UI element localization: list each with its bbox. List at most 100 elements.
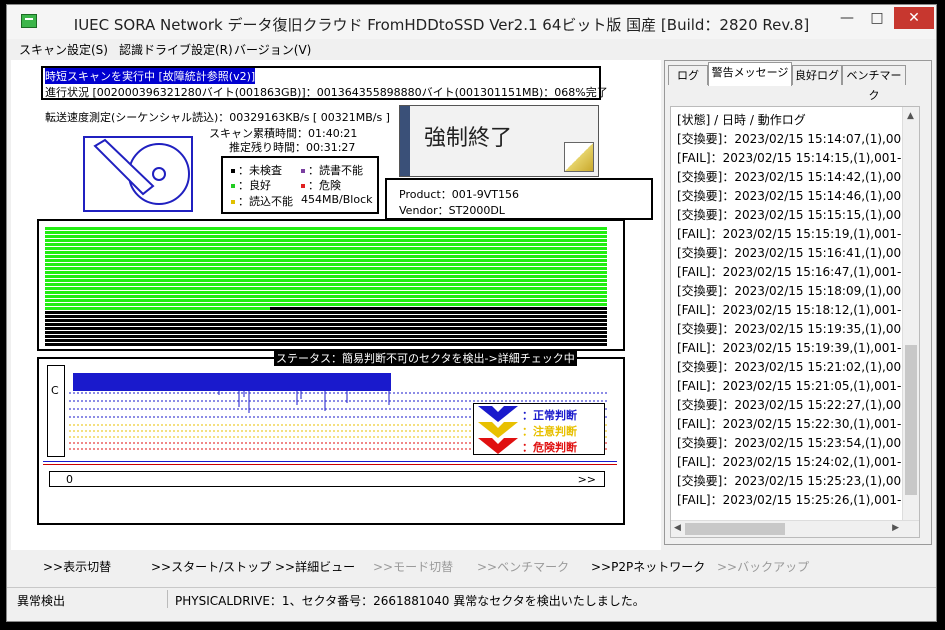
range-end: >>: [577, 473, 596, 486]
legend-read-write-error: ：読書不能: [301, 162, 363, 178]
legend-block-size: 454MB/Block: [301, 193, 373, 206]
sector-row: [45, 235, 607, 238]
legend-danger-label: ：危険: [308, 179, 341, 192]
sector-row: [45, 323, 607, 326]
sector-row: [45, 331, 607, 334]
log-scrollbar-vertical[interactable]: ▲ ▼: [902, 107, 919, 537]
force-stop-button[interactable]: 強制終了: [399, 105, 599, 177]
legend-read-error-label: ：読込不能: [238, 195, 293, 208]
sector-row: [45, 271, 607, 274]
title-bar: IUEC SORA Network データ復旧クラウド FromHDDtoSSD…: [7, 5, 936, 39]
scroll-left-icon[interactable]: ◀: [674, 523, 681, 533]
log-line: [交換要]：2023/02/15 15:22:27,(1),001: [677, 398, 909, 412]
hdd-icon: [83, 136, 193, 212]
force-stop-label: 強制終了: [424, 126, 513, 151]
tab-benchmark[interactable]: ベンチマーク: [842, 65, 906, 102]
benchmark-button[interactable]: >>ベンチマーク: [477, 558, 569, 575]
log-line: [FAIL]：2023/02/15 15:21:05,(1),001-: [677, 379, 902, 393]
drive-product: Product：001-9VT156: [399, 188, 519, 201]
p2p-network-button[interactable]: >>P2Pネットワーク: [591, 558, 705, 575]
drive-info-box: Product：001-9VT156 Vendor：ST2000DL: [385, 178, 653, 220]
log-line: [交換要]：2023/02/15 15:19:35,(1),001: [677, 322, 909, 336]
log-line: [FAIL]：2023/02/15 15:19:39,(1),001-: [677, 341, 902, 355]
legend-good: ：良好: [231, 177, 271, 193]
sector-row: [45, 343, 607, 346]
judge-caution: ：注意判断: [478, 422, 602, 438]
judge-normal: ：正常判断: [478, 406, 602, 422]
log-list[interactable]: [状態] / 日時 / 動作ログ [交換要]：2023/02/15 15:14:…: [670, 106, 920, 538]
log-line: [交換要]：2023/02/15 15:23:54,(1),001: [677, 436, 909, 450]
legend-read-error-swatch: [231, 200, 235, 204]
sector-row: [45, 263, 607, 266]
menu-version[interactable]: バージョン(V): [234, 41, 311, 58]
start-stop-button[interactable]: >>スタート/ストップ: [151, 558, 271, 575]
legend-rw-swatch: [301, 169, 305, 173]
legend-box: ：未検査 ：読書不能 ：良好 ：危険 ：読込不能 454MB/Block: [221, 156, 379, 214]
log-line: [交換要]：2023/02/15 15:18:09,(1),001: [677, 284, 909, 298]
status-message: PHYSICALDRIVE：1、セクタ番号：2661881040 異常なセクタを…: [175, 594, 645, 608]
sector-row: [45, 315, 607, 318]
sector-row: [45, 227, 607, 230]
menu-scan-settings[interactable]: スキャン設定(S): [19, 41, 108, 58]
sector-row: [45, 335, 607, 338]
status-bar: 異常検出 PHYSICALDRIVE：1、セクタ番号：2661881040 異常…: [7, 587, 936, 610]
log-line: [交換要]：2023/02/15 15:14:07,(1),001: [677, 132, 909, 146]
judge-caution-arrow-icon: [478, 422, 518, 438]
log-line: [交換要]：2023/02/15 15:15:15,(1),001: [677, 208, 909, 222]
log-hscroll-thumb[interactable]: [685, 523, 785, 535]
legend-good-swatch: [231, 184, 235, 188]
menu-drive-settings[interactable]: 認識ドライブ設定(R): [119, 41, 233, 58]
sector-row: [45, 251, 607, 254]
range-separator: [43, 461, 617, 465]
scroll-right-icon[interactable]: ▶: [892, 523, 899, 533]
sector-row: [45, 259, 607, 262]
app-window: IUEC SORA Network データ復旧クラウド FromHDDtoSSD…: [6, 4, 937, 622]
sector-row: [45, 239, 607, 242]
sector-row: [45, 255, 607, 258]
tab-warning[interactable]: 警告メッセージ: [708, 62, 792, 86]
judge-danger: ：危険判断: [478, 438, 602, 454]
menu-bar: スキャン設定(S) 認識ドライブ設定(R) バージョン(V): [7, 39, 936, 59]
log-line: [FAIL]：2023/02/15 15:16:47,(1),001-: [677, 265, 902, 279]
log-line: [交換要]：2023/02/15 15:16:41,(1),001: [677, 246, 909, 260]
backup-button[interactable]: >>バックアップ: [717, 558, 809, 575]
status-state: 異常検出: [17, 594, 66, 608]
tab-good-log[interactable]: 良好ログ: [792, 65, 842, 85]
detail-status: ステータス：簡易判断不可のセクタを検出->詳細チェック中: [274, 350, 577, 366]
log-line: [FAIL]：2023/02/15 15:24:02,(1),001-: [677, 455, 902, 469]
status-divider: [167, 590, 168, 608]
sector-row: [45, 303, 607, 306]
log-scroll-thumb[interactable]: [905, 345, 917, 495]
force-stop-corner-icon: [564, 142, 594, 172]
log-line: [FAIL]：2023/02/15 15:15:19,(1),001-: [677, 227, 902, 241]
range-bar[interactable]: 0 >>: [49, 471, 605, 487]
remaining-time-text: 推定残り時間：00:31:27: [229, 141, 356, 154]
tab-log[interactable]: ログ: [668, 65, 708, 85]
scroll-up-icon[interactable]: ▲: [907, 111, 914, 121]
close-button[interactable]: ✕: [894, 7, 934, 29]
minimize-button[interactable]: —: [833, 7, 861, 29]
transfer-speed-text: 転送速度測定(シーケンシャル読込)：00329163KB/s [ 00321MB…: [45, 111, 390, 124]
detail-view-button[interactable]: >>詳細ビュー: [275, 558, 355, 575]
log-scrollbar-horizontal[interactable]: ◀ ▶: [671, 520, 919, 537]
view-toggle-button[interactable]: >>表示切替: [43, 558, 111, 575]
sector-row: [45, 279, 607, 282]
legend-rw-label: ：読書不能: [308, 164, 363, 177]
window-title: IUEC SORA Network データ復旧クラウド FromHDDtoSSD…: [73, 16, 810, 34]
sector-row: [45, 311, 607, 314]
maximize-button[interactable]: □: [863, 7, 891, 29]
log-line: [FAIL]：2023/02/15 15:22:30,(1),001-: [677, 417, 902, 431]
channel-box: C: [47, 365, 65, 457]
mode-toggle-button[interactable]: >>モード切替: [373, 558, 453, 575]
sector-row: [45, 243, 607, 246]
legend-unchecked: ：未検査: [231, 162, 282, 178]
scan-progress-text: 進行状況 [002000396321280バイト(001863GB)]：0013…: [45, 86, 608, 99]
drive-vendor: Vendor：ST2000DL: [399, 204, 505, 217]
legend-unchecked-swatch: [231, 169, 235, 173]
log-line: [交換要]：2023/02/15 15:21:02,(1),001: [677, 360, 909, 374]
judge-normal-label: ：正常判断: [522, 409, 577, 422]
detail-view-box: C ：正常判断 ：注意判断 ：危険判断 0 >>: [37, 357, 625, 525]
scan-response-band: [73, 373, 391, 391]
sector-row: [45, 275, 607, 278]
legend-unchecked-label: ：未検査: [238, 164, 282, 177]
